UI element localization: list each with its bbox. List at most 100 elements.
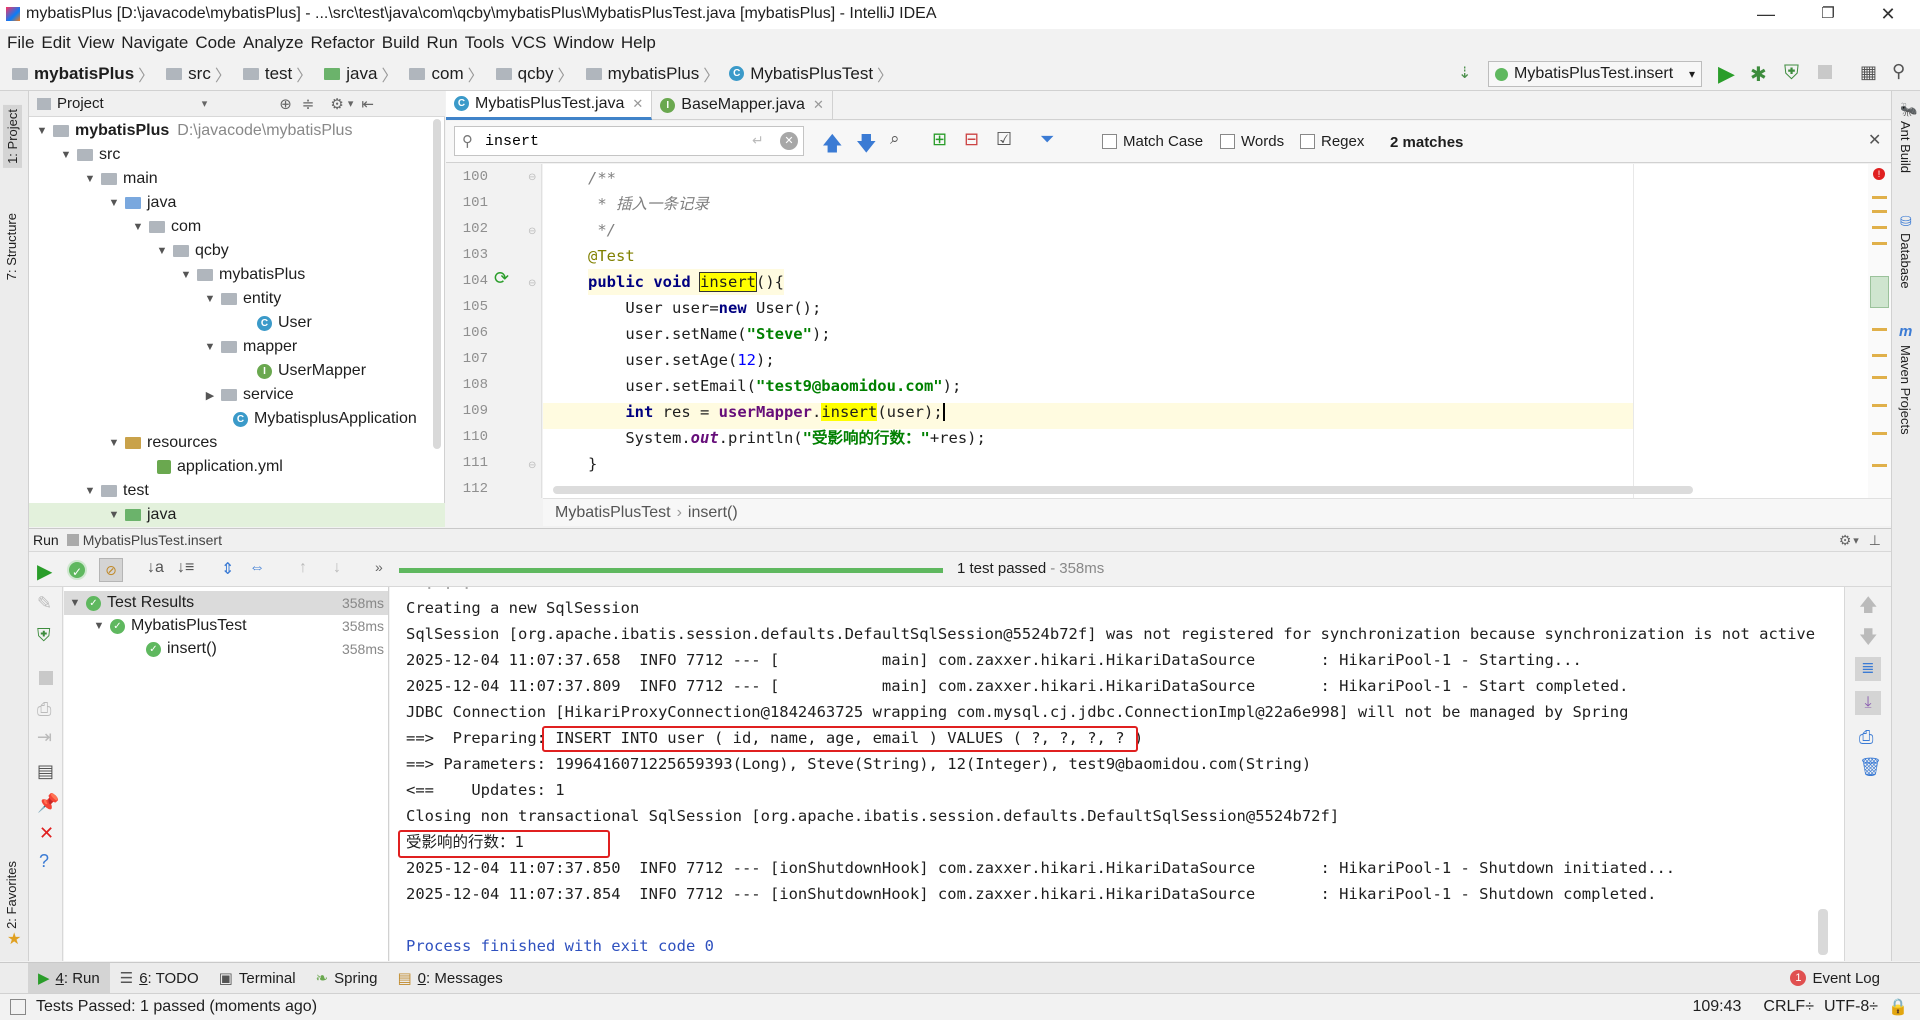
tree-node-resources[interactable]: ▼ resources <box>107 431 218 455</box>
tab-run[interactable]: ▶ 4: Run <box>28 962 110 994</box>
close-find-icon[interactable]: ✕ <box>1868 130 1881 150</box>
tab-todo[interactable]: ☰ 6: TODO <box>110 963 209 994</box>
tab-database[interactable]: Database <box>1898 233 1913 289</box>
code-editor[interactable]: /** * 插入一条记录 */ @Test public void insert… <box>543 164 1891 498</box>
sort-duration-icon[interactable]: ↓≡ <box>177 559 194 577</box>
tab-terminal[interactable]: ▣ Terminal <box>209 963 306 994</box>
newline-icon[interactable]: ↵ <box>752 132 764 149</box>
menu-file[interactable]: File <box>7 33 34 53</box>
fold-icon[interactable]: ⊖ <box>528 172 536 183</box>
fold-icon[interactable]: ⊖ <box>528 226 536 237</box>
tab-spring[interactable]: ❧ Spring <box>306 963 388 994</box>
project-view-select[interactable]: Project <box>57 95 104 112</box>
tab-messages[interactable]: ▤ 0: Messages <box>387 963 512 994</box>
breadcrumb-qcby[interactable]: qcby 〉 <box>488 62 574 86</box>
fold-icon[interactable]: ⊖ <box>528 278 536 289</box>
menu-run[interactable]: Run <box>427 33 458 53</box>
menu-help[interactable]: Help <box>621 33 656 53</box>
menu-view[interactable]: View <box>78 33 115 53</box>
hide-panel-icon[interactable]: ⇤ <box>361 95 374 113</box>
tab-maven-projects[interactable]: Maven Projects <box>1898 345 1913 435</box>
scroll-to-end-icon[interactable]: ⤓ <box>1855 691 1881 715</box>
debug-icon[interactable]: ✱ <box>1750 62 1767 87</box>
warning-marker[interactable] <box>1872 432 1887 435</box>
error-indicator-icon[interactable]: ! <box>1873 168 1885 180</box>
tree-node-test-java[interactable]: ▼ java <box>29 503 445 527</box>
menu-tools[interactable]: Tools <box>465 33 505 53</box>
tab-basemapper[interactable]: I BaseMapper.java ✕ <box>652 90 833 120</box>
stop-icon[interactable] <box>1818 65 1832 79</box>
warning-marker[interactable] <box>1872 354 1887 357</box>
tree-node-main-java[interactable]: ▼ java <box>107 191 177 215</box>
tab-structure[interactable]: 7: Structure <box>4 213 19 280</box>
expand-all-icon[interactable]: ⇕ <box>221 559 234 579</box>
pin-icon[interactable]: 📌 <box>37 793 59 814</box>
fold-icon[interactable]: ⊖ <box>528 460 536 471</box>
tab-mybatisplustest[interactable]: C MybatisPlusTest.java ✕ <box>446 90 653 120</box>
breadcrumb-java[interactable]: java 〉 <box>316 62 397 86</box>
trash-icon[interactable]: 🗑 <box>1859 757 1882 778</box>
print-icon[interactable]: ⎙ <box>1859 727 1873 748</box>
next-occurrence-icon[interactable]: 🡇 <box>856 129 877 163</box>
caret-position[interactable]: 109:43 <box>1692 998 1741 1016</box>
tab-favorites[interactable]: 2: Favorites <box>4 861 19 929</box>
tree-node-qcby[interactable]: ▼ qcby <box>155 239 229 263</box>
tree-node-mapper[interactable]: ▼ mapper <box>203 335 298 359</box>
tree-node-application-yml[interactable]: application.yml <box>157 455 283 479</box>
scroll-thumb[interactable] <box>1870 276 1889 308</box>
project-structure-icon[interactable]: ▦ <box>1860 62 1877 83</box>
warning-marker[interactable] <box>1872 210 1887 213</box>
test-class-node[interactable]: ▼ ✓ MybatisPlusTest 358ms <box>64 614 388 638</box>
filter-icon[interactable]: ⏷ <box>1040 129 1054 150</box>
gear-icon[interactable]: ⚙ <box>1839 532 1852 549</box>
breadcrumb-com[interactable]: com 〉 <box>401 62 484 86</box>
toggle-tool-windows-icon[interactable] <box>10 999 26 1015</box>
previous-occurrence-icon[interactable]: 🡅 <box>822 129 843 163</box>
help-icon[interactable]: ? <box>39 851 49 872</box>
tree-node-project[interactable]: ▼ mybatisPlus D:\javacode\mybatisPlus <box>35 119 353 143</box>
scrollbar[interactable] <box>433 119 441 449</box>
run-tab-label[interactable]: MybatisPlusTest.insert <box>83 532 222 548</box>
soft-wrap-icon[interactable]: ≣ <box>1855 657 1881 681</box>
build-icon[interactable]: ⇣ <box>1458 63 1471 83</box>
run-icon[interactable]: ▶ <box>1718 61 1735 87</box>
search-icon[interactable]: ⚲ <box>462 132 473 150</box>
stop-icon[interactable] <box>39 671 53 685</box>
gear-icon[interactable]: ⚙ <box>330 95 343 113</box>
tree-node-service[interactable]: ▶ service <box>203 383 294 407</box>
tree-node-main[interactable]: ▼ main <box>83 167 158 191</box>
breadcrumb-class[interactable]: C MybatisPlusTest 〉 <box>723 62 893 86</box>
tree-node-test[interactable]: ▼ test <box>83 479 149 503</box>
breadcrumb-test[interactable]: test 〉 <box>235 62 312 86</box>
menu-refactor[interactable]: Refactor <box>310 33 374 53</box>
warning-marker[interactable] <box>1872 226 1887 229</box>
close-icon[interactable]: ✕ <box>39 823 54 844</box>
lock-icon[interactable]: 🔒 <box>1888 997 1908 1017</box>
menu-build[interactable]: Build <box>382 33 420 53</box>
tree-node-usermapper[interactable]: I UserMapper <box>257 359 366 383</box>
scrollbar[interactable] <box>1818 909 1828 955</box>
tab-event-log[interactable]: 1 Event Log <box>1780 963 1890 994</box>
coverage-icon[interactable]: ⛨ <box>1784 62 1799 85</box>
breadcrumb-class[interactable]: MybatisPlusTest <box>555 504 671 522</box>
console-output[interactable]: . . . Creating a new SqlSession SqlSessi… <box>390 587 1844 961</box>
words-checkbox[interactable]: Words <box>1220 133 1284 150</box>
sort-alpha-icon[interactable]: ↓a <box>147 559 164 577</box>
breadcrumb-method[interactable]: insert() <box>688 504 738 522</box>
chevron-down-icon[interactable]: ▾ <box>348 97 354 110</box>
line-separator[interactable]: CRLF÷ <box>1763 998 1814 1016</box>
warning-marker[interactable] <box>1872 242 1887 245</box>
close-icon[interactable]: ✕ <box>1878 4 1898 24</box>
hide-panel-icon[interactable]: ⊥ <box>1869 532 1881 549</box>
close-icon[interactable]: ✕ <box>632 96 643 112</box>
regex-checkbox[interactable]: Regex <box>1300 133 1364 150</box>
select-all-occurrences-icon[interactable]: ☑ <box>996 129 1012 150</box>
search-everywhere-icon[interactable]: ⚲ <box>1892 61 1905 82</box>
tree-node-user[interactable]: C User <box>257 311 312 335</box>
test-results-root[interactable]: ▼ ✓ Test Results 358ms <box>64 591 388 615</box>
layout-icon[interactable]: ▤ <box>37 761 54 782</box>
remove-occurrence-icon[interactable]: ⊟ <box>964 129 979 150</box>
menu-edit[interactable]: Edit <box>41 33 70 53</box>
breadcrumb-src[interactable]: src 〉 <box>158 62 231 86</box>
menu-analyze[interactable]: Analyze <box>243 33 303 53</box>
